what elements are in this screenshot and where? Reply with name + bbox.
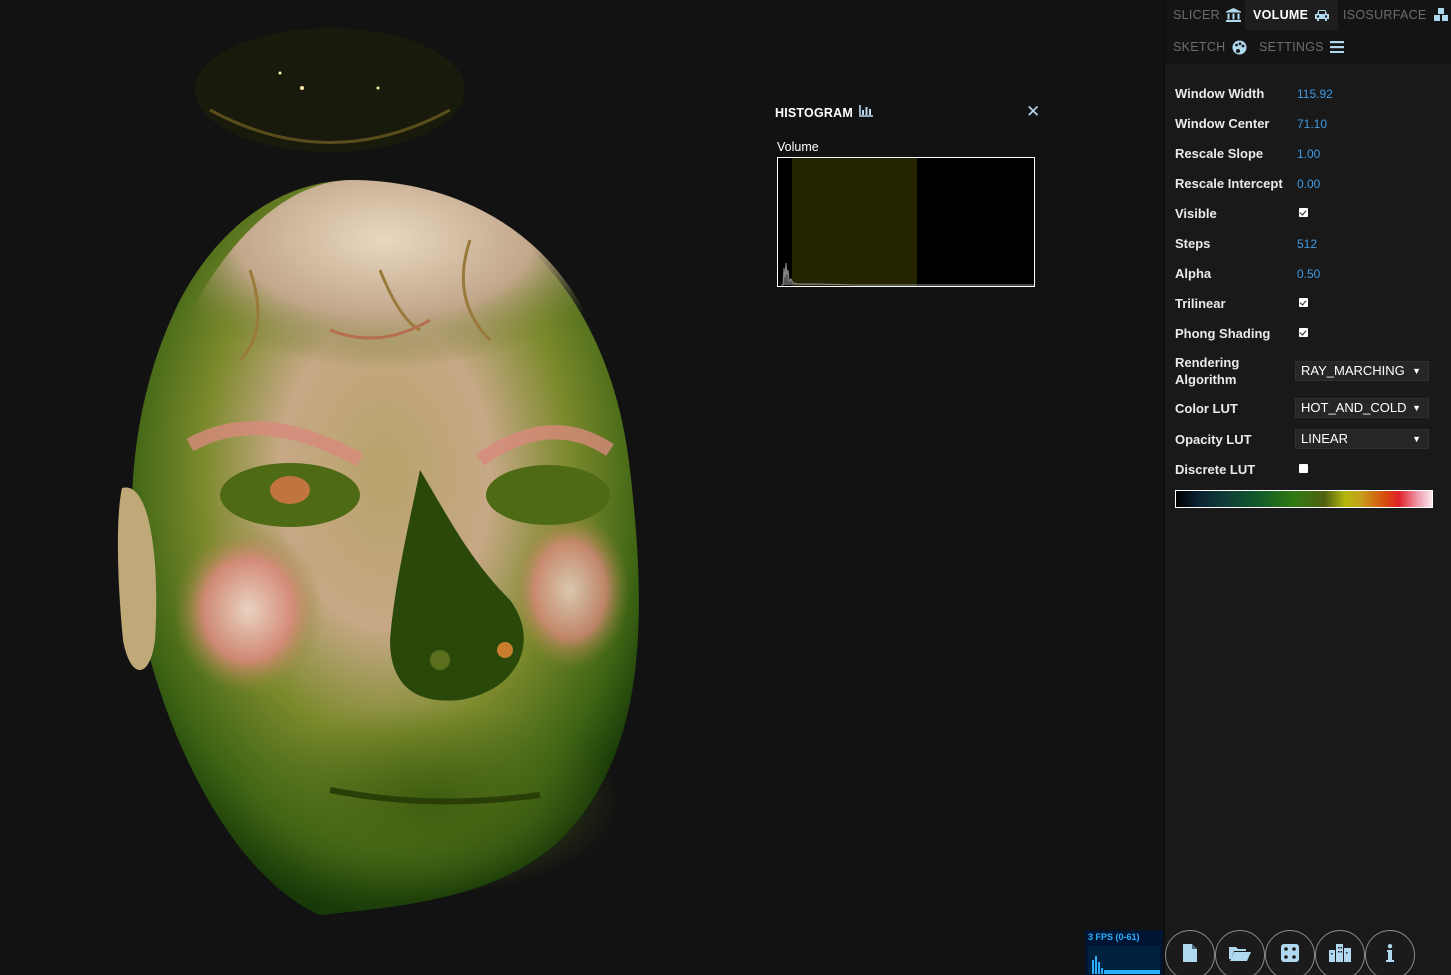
car-icon	[1314, 8, 1330, 22]
fps-graph-bars	[1092, 956, 1160, 974]
menu-icon	[1329, 41, 1344, 53]
alpha-value[interactable]: 0.50	[1297, 267, 1320, 281]
histogram-panel: HISTOGRAM ✕ Volume	[775, 100, 1040, 292]
visible-checkbox[interactable]	[1299, 208, 1308, 217]
visible-label: Visible	[1175, 206, 1217, 221]
color-lut-select[interactable]: HOT_AND_COLD ▼	[1295, 398, 1429, 418]
discrete-lut-checkbox[interactable]	[1299, 464, 1308, 473]
rescale-intercept-label: Rescale Intercept	[1175, 176, 1283, 191]
tab-isosurface[interactable]: ISOSURFACE	[1335, 0, 1451, 30]
rendering-algorithm-label: Rendering Algorithm	[1175, 354, 1239, 388]
color-lut-label: Color LUT	[1175, 401, 1238, 416]
tab-slicer-label: SLICER	[1173, 8, 1220, 22]
chevron-down-icon: ▼	[1412, 434, 1421, 444]
fps-graph	[1088, 946, 1160, 974]
rescale-intercept-value[interactable]: 0.00	[1297, 177, 1320, 191]
rendering-algorithm-select[interactable]: RAY_MARCHING ▼	[1295, 361, 1429, 381]
trilinear-label: Trilinear	[1175, 296, 1226, 311]
tab-volume[interactable]: VOLUME	[1245, 0, 1339, 30]
rescale-slope-value[interactable]: 1.00	[1297, 147, 1320, 161]
open-folder-button[interactable]	[1215, 930, 1265, 975]
histogram-title-text: HISTOGRAM	[775, 105, 853, 120]
city-icon	[1329, 943, 1351, 967]
tab-sketch-label: SKETCH	[1173, 40, 1226, 54]
histogram-window-range[interactable]	[792, 158, 917, 286]
rescale-slope-label: Rescale Slope	[1175, 146, 1264, 161]
phong-shading-label: Phong Shading	[1175, 326, 1271, 341]
fps-monitor[interactable]: 3 FPS (0-61)	[1085, 930, 1163, 975]
info-button[interactable]	[1365, 930, 1415, 975]
color-lut-selected: HOT_AND_COLD	[1301, 400, 1407, 415]
window-center-label: Window Center	[1175, 116, 1270, 131]
opacity-lut-selected: LINEAR	[1301, 431, 1348, 446]
scene-button[interactable]	[1315, 930, 1365, 975]
properties-panel: SLICER VOLUME ISOSURFACE SKETCH SETTINGS	[1164, 0, 1451, 975]
chevron-down-icon: ▼	[1412, 403, 1421, 413]
color-lut-preview	[1175, 490, 1433, 508]
alpha-label: Alpha	[1175, 266, 1212, 281]
opacity-lut-select[interactable]: LINEAR ▼	[1295, 429, 1429, 449]
tab-settings-label: SETTINGS	[1259, 40, 1324, 54]
tab-slicer[interactable]: SLICER	[1165, 0, 1249, 30]
chevron-down-icon: ▼	[1412, 366, 1421, 376]
tab-volume-label: VOLUME	[1253, 8, 1309, 22]
window-width-value[interactable]: 115.92	[1297, 87, 1333, 101]
rendering-algorithm-label-line2: Algorithm	[1175, 372, 1237, 387]
institution-icon	[1225, 8, 1241, 22]
histogram-title: HISTOGRAM	[775, 105, 873, 120]
steps-label: Steps	[1175, 236, 1211, 251]
random-button[interactable]	[1265, 930, 1315, 975]
histogram-plot	[781, 158, 1034, 286]
bar-chart-icon	[859, 105, 873, 120]
info-icon	[1386, 943, 1394, 967]
steps-value[interactable]: 512	[1297, 237, 1317, 251]
tab-settings[interactable]: SETTINGS	[1251, 32, 1352, 62]
rendering-algorithm-label-line1: Rendering	[1175, 355, 1240, 370]
tab-bar: SLICER VOLUME ISOSURFACE SKETCH SETTINGS	[1165, 0, 1451, 64]
window-width-label: Window Width	[1175, 86, 1265, 101]
new-file-button[interactable]	[1165, 930, 1215, 975]
histogram-series-label: Volume	[777, 140, 819, 154]
discrete-lut-label: Discrete LUT	[1175, 462, 1256, 477]
tab-sketch[interactable]: SKETCH	[1165, 32, 1255, 62]
histogram-chart[interactable]	[777, 157, 1035, 287]
close-icon[interactable]: ✕	[1026, 102, 1040, 122]
rendering-algorithm-selected: RAY_MARCHING	[1301, 363, 1405, 378]
fps-text: 3 FPS (0-61)	[1088, 932, 1140, 942]
file-icon	[1183, 943, 1197, 967]
folder-open-icon	[1229, 945, 1251, 966]
window-center-value[interactable]: 71.10	[1297, 117, 1327, 131]
trilinear-checkbox[interactable]	[1299, 298, 1308, 307]
cubes-icon	[1433, 8, 1449, 22]
palette-icon	[1232, 40, 1247, 55]
dice-icon	[1281, 943, 1299, 967]
phong-shading-checkbox[interactable]	[1299, 328, 1308, 337]
tab-isosurface-label: ISOSURFACE	[1343, 8, 1427, 22]
opacity-lut-label: Opacity LUT	[1175, 432, 1252, 447]
